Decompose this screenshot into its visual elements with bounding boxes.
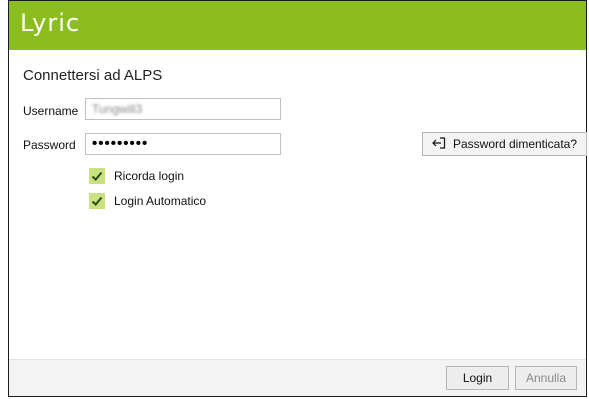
- check-icon: [91, 171, 103, 181]
- password-label: Password: [23, 138, 76, 152]
- remember-login-label: Ricorda login: [114, 169, 185, 183]
- forgot-password-label: Password dimenticata?: [452, 137, 578, 151]
- sign-in-arrow-icon: [432, 136, 446, 152]
- lyric-logo: Lyric: [20, 9, 81, 37]
- login-window: Lyric Connettersi ad ALPS Username Tungw…: [8, 0, 587, 397]
- forgot-password-button[interactable]: Password dimenticata?: [422, 132, 587, 156]
- cancel-button[interactable]: Annulla: [515, 366, 577, 390]
- dialog-footer: Login Annulla: [9, 359, 586, 396]
- username-field[interactable]: Tungwill3: [85, 98, 281, 120]
- login-button[interactable]: Login: [446, 366, 509, 390]
- password-value: •••••••••: [92, 135, 149, 152]
- username-label: Username: [23, 104, 79, 118]
- auto-login-option[interactable]: Login Automatico: [89, 193, 206, 209]
- password-field[interactable]: •••••••••: [85, 133, 281, 155]
- remember-login-option[interactable]: Ricorda login: [89, 168, 184, 184]
- app-header: Lyric: [9, 1, 586, 50]
- check-icon: [91, 196, 103, 206]
- remember-login-checkbox[interactable]: [89, 168, 105, 184]
- auto-login-checkbox[interactable]: [89, 193, 105, 209]
- username-value: Tungwill3: [92, 102, 143, 116]
- auto-login-label: Login Automatico: [114, 194, 207, 208]
- dialog-title: Connettersi ad ALPS: [23, 67, 163, 84]
